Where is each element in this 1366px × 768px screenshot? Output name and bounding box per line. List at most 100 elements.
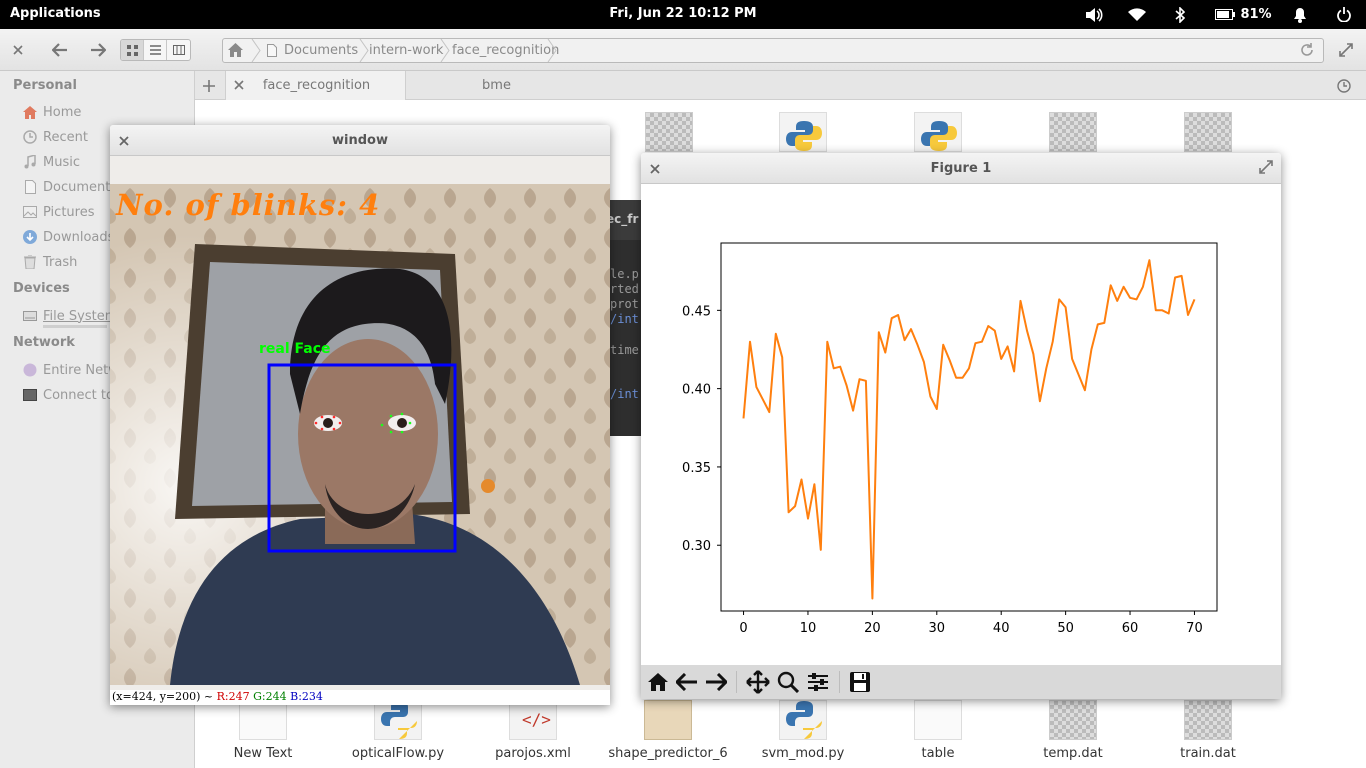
python-file-icon[interactable]	[914, 112, 962, 152]
text-file-icon[interactable]	[239, 700, 287, 740]
document-icon	[22, 179, 38, 195]
xml-file-icon[interactable]: </>	[509, 700, 557, 740]
sidebar-heading-personal: Personal	[13, 78, 77, 93]
forward-button[interactable]	[86, 38, 110, 62]
file-thumbnail[interactable]	[1049, 112, 1097, 152]
x-tick-label: 20	[864, 621, 881, 636]
top-panel: Applications Fri, Jun 22 10:12 PM 81%	[0, 0, 1366, 29]
view-switcher	[120, 39, 191, 61]
pixel-green-value: G:244	[253, 690, 287, 703]
python-file-icon[interactable]	[779, 700, 827, 740]
breadcrumb-face-recognition[interactable]: face_recognition	[452, 43, 559, 58]
sidebar-item-trash[interactable]: Trash	[22, 254, 77, 270]
configure-icon[interactable]	[805, 669, 831, 695]
file-label[interactable]: New Text	[203, 746, 323, 761]
icon-view-button[interactable]	[121, 40, 144, 60]
pixel-blue-value: B:234	[290, 690, 323, 703]
y-tick-label: 0.35	[682, 461, 711, 476]
x-tick-label: 40	[993, 621, 1010, 636]
applications-menu[interactable]: Applications	[10, 6, 101, 21]
pictures-icon	[22, 204, 38, 220]
sidebar-item-file-system[interactable]: File System	[22, 308, 117, 324]
x-tick-label: 30	[929, 621, 946, 636]
breadcrumb-intern-work[interactable]: intern-work	[369, 43, 443, 58]
sidebar-item-home[interactable]: Home	[22, 104, 81, 120]
sidebar-item-music[interactable]: Music	[22, 154, 80, 170]
file-thumbnail[interactable]	[1184, 112, 1232, 152]
tab-face-recognition[interactable]: face_recognition	[225, 71, 406, 100]
sidebar-item-pictures[interactable]: Pictures	[22, 204, 94, 220]
column-view-button[interactable]	[167, 40, 190, 60]
python-file-icon[interactable]	[374, 700, 422, 740]
location-bar[interactable]: Documents intern-work face_recognition	[222, 38, 1324, 63]
file-label[interactable]: train.dat	[1148, 746, 1268, 761]
figure-window[interactable]: Figure 1 0 10 20 30 40 50 60 70 0.30 0.35 0.40 0.45	[641, 153, 1281, 699]
breadcrumb-documents[interactable]: Documents	[267, 43, 358, 58]
battery-percent[interactable]: 81%	[1240, 5, 1271, 24]
x-tick-label: 60	[1122, 621, 1139, 636]
back-button[interactable]	[48, 38, 72, 62]
maximize-icon[interactable]	[1259, 160, 1273, 178]
webcam-frame[interactable]: No. of blinks: 4 real Face	[110, 184, 610, 685]
file-label[interactable]: svm_mod.py	[743, 746, 863, 761]
wifi-icon[interactable]	[1126, 5, 1148, 24]
text-file-icon[interactable]	[914, 700, 962, 740]
sidebar-heading-devices: Devices	[13, 281, 70, 296]
file-thumbnail[interactable]	[1184, 700, 1232, 740]
window-titlebar[interactable]: Figure 1	[641, 153, 1281, 184]
close-icon[interactable]	[8, 38, 28, 62]
document-icon	[267, 44, 277, 57]
pan-icon[interactable]	[745, 669, 771, 695]
pixel-info-statusbar: (x=424, y=200) ~ R:247 G:244 B:234	[110, 690, 610, 705]
clock[interactable]: Fri, Jun 22 10:12 PM	[609, 6, 756, 21]
home-icon[interactable]	[228, 43, 243, 57]
reload-icon[interactable]	[1300, 43, 1314, 57]
file-label[interactable]: opticalFlow.py	[338, 746, 458, 761]
sidebar-item-documents[interactable]: Documents	[22, 179, 117, 195]
y-tick-label: 0.30	[682, 539, 711, 554]
file-label[interactable]: shape_predictor_6	[608, 746, 728, 761]
trash-icon	[22, 254, 38, 270]
y-tick-label: 0.45	[682, 304, 711, 319]
downloads-icon	[22, 229, 38, 245]
volume-icon[interactable]	[1083, 5, 1105, 24]
window-title: window	[332, 133, 388, 148]
file-thumbnail[interactable]	[645, 112, 693, 152]
notification-icon[interactable]	[1291, 5, 1309, 24]
drive-icon	[22, 308, 38, 324]
opencv-window[interactable]: window No. of blinks: 4 real Face (x=424…	[110, 125, 610, 705]
sidebar-item-entire-network[interactable]: Entire Netw	[22, 362, 119, 378]
toolbar-separator	[736, 671, 737, 693]
terminal-window[interactable]: ec_fr le.p rted prot /int time /int	[608, 200, 643, 436]
toolbar-separator	[839, 671, 840, 693]
file-label[interactable]: table	[878, 746, 998, 761]
history-icon[interactable]	[1337, 71, 1355, 100]
sidebar-item-downloads[interactable]: Downloads	[22, 229, 114, 245]
file-thumbnail[interactable]	[1049, 700, 1097, 740]
tab-bme[interactable]: bme	[406, 71, 587, 100]
disk-usage-bar	[43, 325, 107, 328]
list-view-button[interactable]	[144, 40, 167, 60]
save-icon[interactable]	[847, 669, 873, 695]
python-file-icon[interactable]	[779, 112, 827, 152]
new-tab-icon[interactable]	[203, 71, 217, 100]
power-icon[interactable]	[1335, 5, 1353, 24]
file-label[interactable]: parojos.xml	[473, 746, 593, 761]
x-tick-label: 50	[1057, 621, 1074, 636]
x-tick-label: 70	[1186, 621, 1203, 636]
plot-canvas[interactable]: 0 10 20 30 40 50 60 70 0.30 0.35 0.40 0.45	[641, 184, 1281, 665]
archive-file-icon[interactable]	[644, 700, 692, 740]
zoom-icon[interactable]	[775, 669, 801, 695]
bluetooth-icon[interactable]	[1172, 5, 1188, 24]
x-tick-label: 10	[800, 621, 817, 636]
window-titlebar[interactable]: window	[110, 125, 610, 156]
forward-icon[interactable]	[703, 669, 729, 695]
tab-bar: face_recognition bme	[195, 71, 1366, 100]
back-icon[interactable]	[674, 669, 700, 695]
fullscreen-icon[interactable]	[1336, 38, 1356, 62]
home-icon[interactable]	[645, 669, 671, 695]
sidebar-item-recent[interactable]: Recent	[22, 129, 88, 145]
pixel-coords: (x=424, y=200) ~	[112, 690, 214, 703]
battery-icon[interactable]	[1214, 5, 1236, 24]
file-label[interactable]: temp.dat	[1013, 746, 1133, 761]
